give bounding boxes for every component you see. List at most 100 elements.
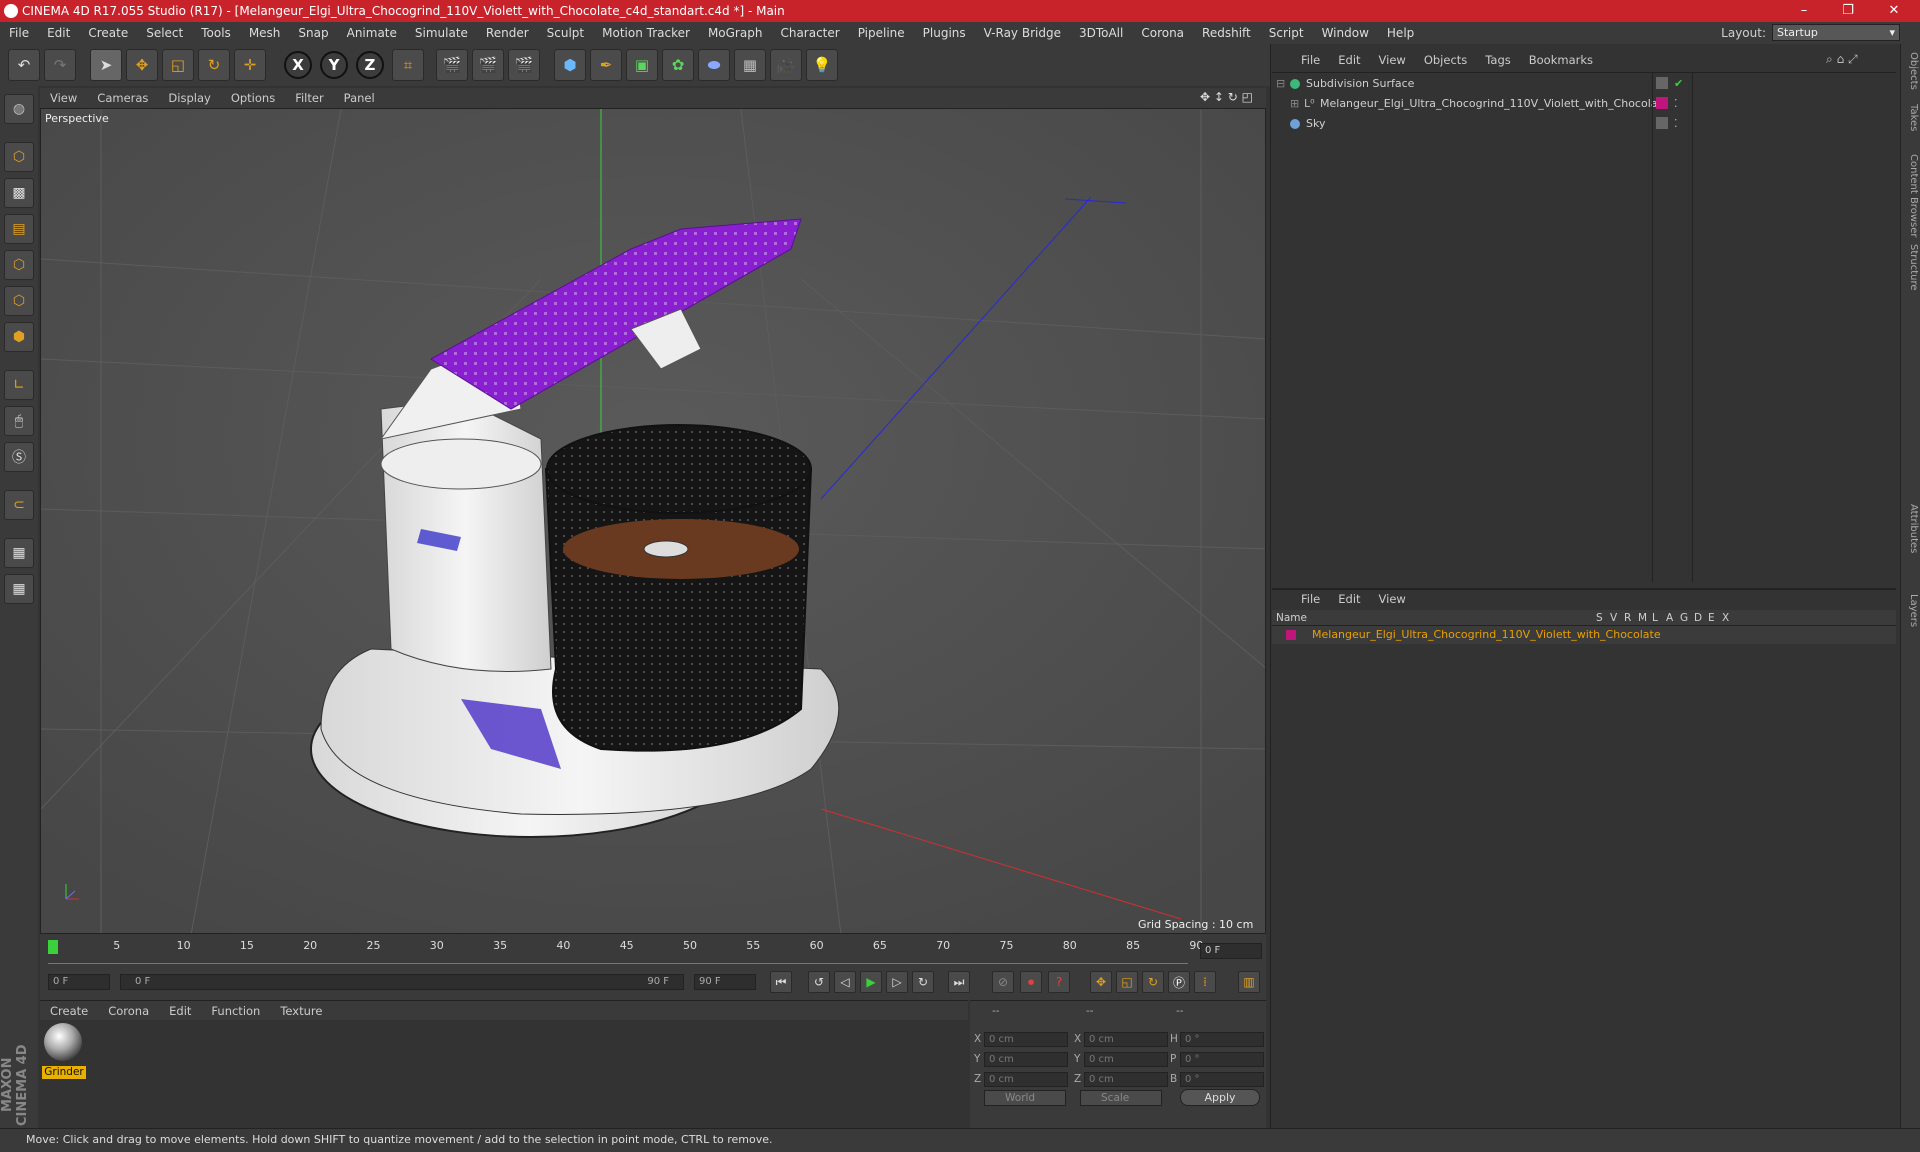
edges-mode-button[interactable]: ⬡ [4,286,34,316]
next-key-button[interactable]: ↻ [912,971,934,993]
lock-workplane-button[interactable]: ▦ [4,538,34,568]
material-preview[interactable] [44,1023,82,1061]
layer-column-r[interactable]: R [1624,612,1631,624]
layer-column-s[interactable]: S [1596,612,1603,624]
next-frame-button[interactable]: ▷ [886,971,908,993]
layer-menu-edit[interactable]: Edit [1329,592,1369,606]
size-x-field[interactable]: 0 cm [1084,1032,1168,1047]
y-axis-button[interactable]: Y [320,51,348,79]
menu-motion-tracker[interactable]: Motion Tracker [593,26,699,40]
material-menu-edit[interactable]: Edit [159,1004,201,1018]
goto-end-button[interactable]: ⏭ [948,971,970,993]
menu-edit[interactable]: Edit [38,26,79,40]
redo-button[interactable]: ↷ [44,49,76,81]
keyframe-selection-button[interactable]: ? [1048,971,1070,993]
checkmark-icon[interactable]: ✔ [1674,74,1683,93]
move-tool-button[interactable]: ✥ [126,49,158,81]
planar-workplane-button[interactable]: ▦ [4,574,34,604]
size-mode-select[interactable]: Scale [1080,1090,1162,1106]
layer-menu-view[interactable]: View [1370,592,1415,606]
layer-menu-file[interactable]: File [1292,592,1329,606]
prev-frame-button[interactable]: ◁ [834,971,856,993]
side-tab-takes[interactable]: Takes [1903,104,1919,131]
timeline-ruler[interactable] [48,958,1188,964]
close-button[interactable]: ✕ [1872,0,1916,22]
edit-toggle-icon[interactable] [1656,77,1668,89]
menu-mograph[interactable]: MoGraph [699,26,772,40]
restore-button[interactable]: ❐ [1826,0,1870,22]
object-menu-tags[interactable]: Tags [1476,53,1519,67]
render-view-button[interactable]: 🎬 [436,49,468,81]
material-name[interactable]: Grinder [42,1066,86,1079]
material-menu-texture[interactable]: Texture [270,1004,332,1018]
pos-z-field[interactable]: 0 cm [984,1072,1068,1087]
pos-x-field[interactable]: 0 cm [984,1032,1068,1047]
workplane-mode-button[interactable]: ▤ [4,214,34,244]
floor-button[interactable]: ▦ [734,49,766,81]
pla-key-button[interactable]: ⁞ [1194,971,1216,993]
preview-range-slider[interactable]: 0 F 90 F [120,974,684,990]
axis-mode-button[interactable]: ∟ [4,370,34,400]
rot-h-field[interactable]: 0 ° [1180,1032,1264,1047]
menu-render[interactable]: Render [477,26,538,40]
render-picture-viewer-button[interactable]: 🎬 [472,49,504,81]
visibility-dots-icon[interactable]: ⁚ [1674,94,1678,113]
texture-mode-button[interactable]: ▩ [4,178,34,208]
polygons-mode-button[interactable]: ⬢ [4,322,34,352]
menu-3dtoall[interactable]: 3DToAll [1070,26,1132,40]
menu-select[interactable]: Select [137,26,192,40]
perspective-viewport[interactable] [40,108,1266,934]
menu-animate[interactable]: Animate [338,26,406,40]
size-z-field[interactable]: 0 cm [1084,1072,1168,1087]
coordinate-mode-select[interactable]: World [984,1090,1066,1106]
timeline-window-button[interactable]: ▥ [1238,971,1260,993]
snap-button[interactable]: ⊂ [4,490,34,520]
viewport-menu-cameras[interactable]: Cameras [87,91,158,105]
menu-snap[interactable]: Snap [289,26,337,40]
object-row-subdivision[interactable]: ⊟ Subdivision Surface ✔ [1272,74,1896,93]
menu-character[interactable]: Character [771,26,848,40]
object-menu-file[interactable]: File [1292,53,1329,67]
menu-file[interactable]: File [0,26,38,40]
object-menu-objects[interactable]: Objects [1415,53,1476,67]
layer-column-l[interactable]: L [1652,612,1658,624]
apply-button[interactable]: Apply [1180,1089,1260,1106]
viewport-menu-view[interactable]: View [40,91,87,105]
layer-column-g[interactable]: G [1680,612,1688,624]
tweak-mode-button[interactable]: 🖱 [4,406,34,436]
start-frame-field[interactable]: 0 F [48,974,110,990]
points-mode-button[interactable]: ⬡ [4,250,34,280]
minimize-button[interactable]: – [1782,0,1826,22]
rot-b-field[interactable]: 0 ° [1180,1072,1264,1087]
rotation-key-button[interactable]: ↻ [1142,971,1164,993]
position-key-button[interactable]: ✥ [1090,971,1112,993]
menu-script[interactable]: Script [1260,26,1313,40]
cube-button[interactable]: ⬢ [554,49,586,81]
object-menu-bookmarks[interactable]: Bookmarks [1520,53,1602,67]
menu-window[interactable]: Window [1313,26,1378,40]
material-menu-corona[interactable]: Corona [98,1004,159,1018]
layout-select[interactable]: Startup ▾ [1772,24,1900,41]
autokey-button[interactable]: ⏺ [1020,971,1042,993]
layer-column-m[interactable]: M [1638,612,1647,624]
menu-simulate[interactable]: Simulate [406,26,477,40]
layer-column-d[interactable]: D [1694,612,1702,624]
rot-p-field[interactable]: 0 ° [1180,1052,1264,1067]
layer-row[interactable]: Melangeur_Elgi_Ultra_Chocogrind_110V_Vio… [1272,626,1896,644]
current-frame-field[interactable]: 0 F [1200,943,1262,959]
menu-corona[interactable]: Corona [1132,26,1193,40]
light-button[interactable]: 💡 [806,49,838,81]
playhead[interactable] [48,940,58,954]
model-mode-button[interactable]: ⬡ [4,142,34,172]
menu-create[interactable]: Create [79,26,137,40]
layer-column-name[interactable]: Name [1276,612,1307,624]
scale-key-button[interactable]: ◱ [1116,971,1138,993]
menu-v-ray-bridge[interactable]: V-Ray Bridge [975,26,1070,40]
rotate-tool-button[interactable]: ↻ [198,49,230,81]
viewport-menu-options[interactable]: Options [221,91,285,105]
viewport-menu-filter[interactable]: Filter [285,91,333,105]
layer-color-swatch[interactable] [1656,97,1668,109]
object-row-melangeur[interactable]: ⊞ L⁰ Melangeur_Elgi_Ultra_Chocogrind_110… [1272,94,1896,113]
side-tab-objects[interactable]: Objects [1903,52,1919,90]
object-manager-tools[interactable]: ⌕ ⌂ ⤢ [1826,52,1858,67]
